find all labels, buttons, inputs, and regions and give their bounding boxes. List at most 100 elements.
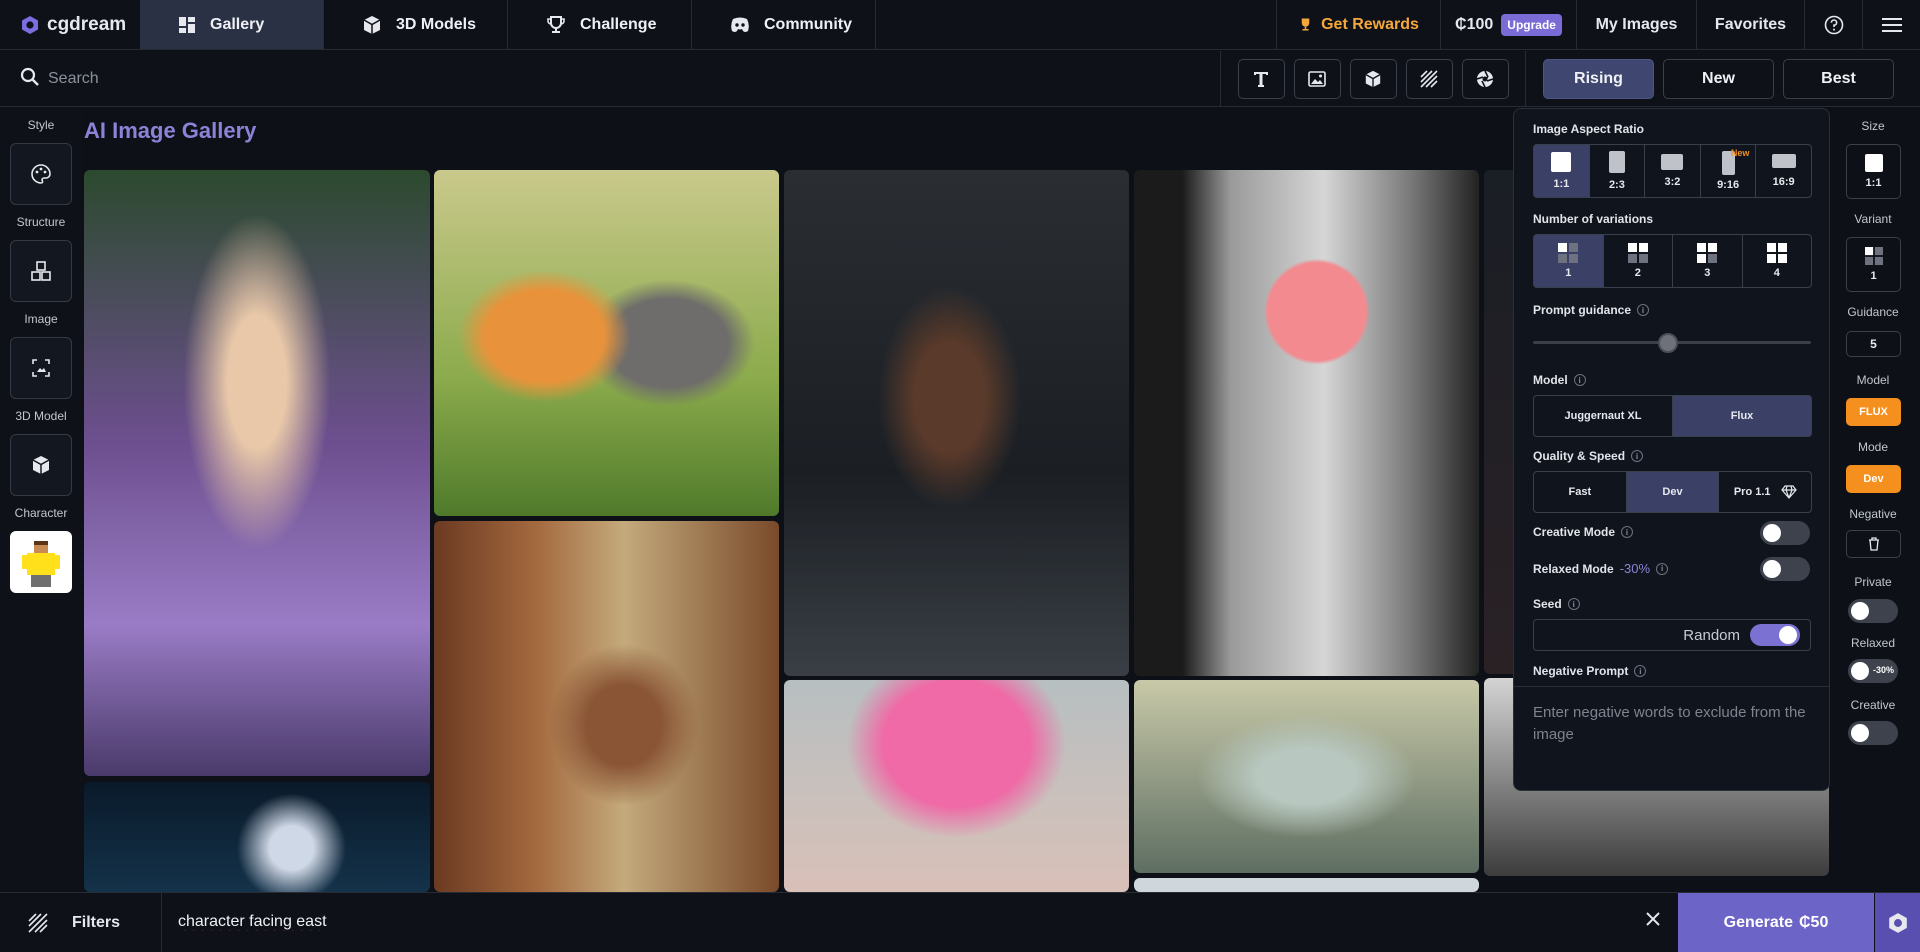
variation-3-option[interactable]: 3 (1672, 234, 1743, 288)
search-input[interactable] (48, 63, 1198, 95)
size-value: 1:1 (1865, 177, 1882, 189)
favorites-link[interactable]: Favorites (1696, 0, 1804, 49)
gallery-icon (178, 16, 196, 34)
style-button[interactable] (10, 143, 72, 205)
sort-rising-button[interactable]: Rising (1543, 59, 1654, 99)
hamburger-icon (1881, 17, 1902, 33)
style-label: Style (27, 118, 55, 132)
gallery-image-space-woman[interactable] (84, 782, 430, 892)
aspect-3-2-option[interactable]: 3:2 (1644, 144, 1701, 198)
model-flux-option[interactable]: Flux (1672, 395, 1812, 437)
aspect-9-16-option[interactable]: New 9:16 (1699, 144, 1757, 198)
variant-label: Variant (1854, 212, 1892, 226)
negative-prompt-input[interactable]: Enter negative words to exclude from the… (1533, 702, 1818, 746)
tab-community[interactable]: Community (692, 0, 876, 49)
3d-model-label: 3D Model (15, 409, 67, 423)
variation-1-label: 1 (1565, 267, 1572, 279)
model-summary-badge[interactable]: FLUX (1846, 398, 1901, 426)
tab-gallery-label: Gallery (210, 15, 265, 33)
variations-selector: 1 2 3 4 (1533, 234, 1812, 288)
prompt-input[interactable] (178, 906, 1618, 938)
creative-mode-label: Creative Mode i (1533, 525, 1634, 539)
clear-prompt-icon[interactable] (1645, 911, 1661, 927)
character-button[interactable] (10, 531, 72, 593)
private-label: Private (1854, 575, 1892, 589)
generate-button[interactable]: Generate ₵50 (1678, 893, 1874, 952)
variation-4-option[interactable]: 4 (1741, 234, 1812, 288)
aspect-ratio-label: Image Aspect Ratio (1533, 122, 1644, 136)
mode-summary-badge[interactable]: Dev (1846, 465, 1901, 493)
seed-field[interactable]: Random (1533, 619, 1811, 651)
filter-text-button[interactable] (1237, 59, 1285, 99)
guidance-slider-handle[interactable] (1657, 333, 1678, 353)
negative-clear-button[interactable] (1846, 530, 1901, 558)
negative-prompt-label-text: Negative Prompt (1533, 664, 1629, 678)
filter-model-button[interactable] (1461, 59, 1509, 99)
creative-mode-toggle[interactable] (1760, 521, 1810, 545)
gallery-image-kittens[interactable] (434, 170, 779, 516)
model-juggernaut-option[interactable]: Juggernaut XL (1533, 395, 1673, 437)
tab-community-label: Community (764, 15, 852, 33)
trophy-icon (546, 15, 566, 35)
structure-button[interactable] (10, 240, 72, 302)
menu-button[interactable] (1862, 0, 1920, 49)
upgrade-button[interactable]: Upgrade (1501, 13, 1562, 36)
quality-pro-option[interactable]: Pro 1.1 (1718, 471, 1813, 513)
variation-2-label: 2 (1634, 267, 1641, 279)
gallery-image-wave-woman[interactable] (1134, 680, 1479, 873)
aspect-1-1-option[interactable]: 1:1 (1533, 144, 1590, 198)
quality-pro-label: Pro 1.1 (1733, 486, 1771, 498)
filter-texture-button[interactable] (1405, 59, 1453, 99)
gallery-image-sunset-cave[interactable] (1134, 170, 1479, 676)
guidance-value[interactable]: 5 (1846, 331, 1901, 357)
variant-button[interactable]: 1 (1846, 237, 1901, 292)
tab-challenge-label: Challenge (580, 15, 657, 33)
filters-button[interactable]: Filters (0, 893, 162, 952)
tab-gallery[interactable]: Gallery (140, 0, 324, 49)
gallery-title: AI Image Gallery (84, 118, 257, 143)
gallery-image-pilot[interactable] (784, 170, 1129, 676)
seed-label-text: Seed (1533, 597, 1562, 611)
tab-3d-models[interactable]: 3D Models (324, 0, 508, 49)
quality-fast-option[interactable]: Fast (1533, 471, 1627, 513)
image-button[interactable] (10, 337, 72, 399)
gallery-image-princess[interactable] (434, 521, 779, 892)
gallery-image-pink-hair[interactable] (784, 680, 1129, 892)
my-images-link[interactable]: My Images (1576, 0, 1696, 49)
gallery-image-partial[interactable] (1134, 878, 1479, 892)
aspect-ratio-label-text: Image Aspect Ratio (1533, 122, 1644, 136)
quality-dev-option[interactable]: Dev (1625, 471, 1720, 513)
quality-speed-label: Quality & Speed i (1533, 449, 1644, 463)
help-button[interactable] (1804, 0, 1862, 49)
creative-summary-label: Creative (1850, 698, 1896, 712)
3d-model-button[interactable] (10, 434, 72, 496)
get-rewards-button[interactable]: Get Rewards (1276, 0, 1440, 49)
variation-2-option[interactable]: 2 (1602, 234, 1673, 288)
info-icon: i (1621, 526, 1634, 538)
relaxed-summary-toggle[interactable]: -30% (1848, 659, 1898, 683)
grid-icon (1864, 247, 1883, 265)
media-type-filters (1220, 51, 1526, 107)
square-icon (1864, 154, 1883, 172)
relaxed-mode-label-text: Relaxed Mode (1533, 561, 1614, 576)
filter-image-button[interactable] (1293, 59, 1341, 99)
variation-1-option[interactable]: 1 (1533, 234, 1604, 288)
aspect-16-9-option[interactable]: 16:9 (1755, 144, 1812, 198)
sort-best-button[interactable]: Best (1783, 59, 1894, 99)
generate-label: Generate (1723, 913, 1793, 931)
variation-3-label: 3 (1704, 267, 1711, 279)
tab-challenge[interactable]: Challenge (508, 0, 692, 49)
generate-options-button[interactable] (1875, 893, 1920, 952)
credits-balance[interactable]: ₵100 Upgrade (1440, 0, 1576, 49)
aspect-2-3-option[interactable]: 2:3 (1588, 144, 1646, 198)
aspect-3-2-label: 3:2 (1664, 176, 1681, 188)
private-toggle[interactable] (1848, 599, 1898, 623)
gallery-image-fairy[interactable] (84, 170, 430, 776)
creative-summary-toggle[interactable] (1848, 721, 1898, 745)
seed-random-toggle[interactable] (1750, 624, 1800, 646)
sort-new-button[interactable]: New (1663, 59, 1774, 99)
filter-3d-button[interactable] (1349, 59, 1397, 99)
logo[interactable]: cgdream (0, 0, 140, 49)
size-button[interactable]: 1:1 (1846, 144, 1901, 199)
relaxed-mode-toggle[interactable] (1760, 557, 1810, 581)
